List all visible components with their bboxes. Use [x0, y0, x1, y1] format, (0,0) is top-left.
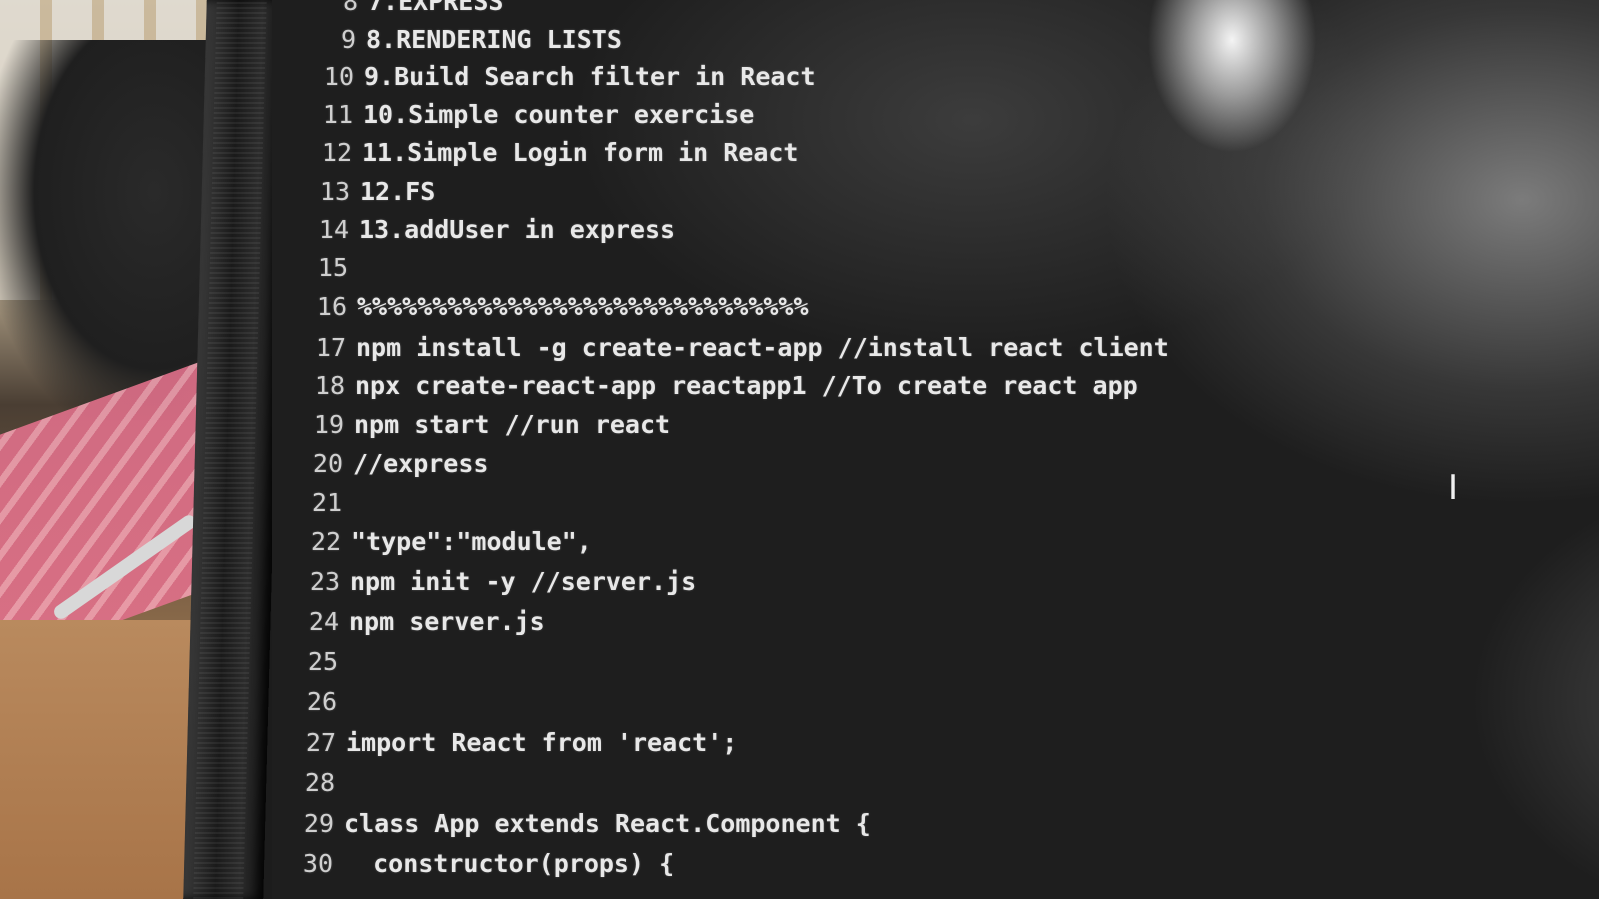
- line-text: npm install -g create-react-app //instal…: [356, 333, 1169, 362]
- line-number: 9: [340, 25, 356, 54]
- line-number: 23: [309, 567, 340, 596]
- code-line: 25: [294, 644, 348, 680]
- text-cursor-icon: I: [1448, 468, 1459, 508]
- line-text: npm server.js: [349, 607, 545, 636]
- line-text: npm start //run react: [354, 410, 671, 439]
- code-line: 18 npx create-react-app reactapp1 //To cr…: [301, 368, 1138, 404]
- code-line: 14 13.addUser in express: [305, 212, 675, 248]
- line-number: 29: [303, 809, 334, 838]
- monitor-screen: 8 7.EXPRESS 9 8.RENDERING LISTS 10 9.Build …: [272, 0, 1599, 899]
- code-line: 17 npm install -g create-react-app //inst…: [302, 330, 1169, 366]
- line-number: 13: [319, 177, 350, 206]
- line-number: 12: [321, 138, 352, 167]
- code-line: 30 constructor(props) {: [289, 846, 674, 882]
- line-text: npx create-react-app reactapp1 //To crea…: [355, 371, 1138, 400]
- line-number: 8: [342, 0, 358, 16]
- line-number: 17: [315, 333, 346, 362]
- line-text: 13.addUser in express: [359, 215, 676, 244]
- line-number: 11: [322, 100, 353, 129]
- code-line: 19 npm start //run react: [300, 407, 670, 443]
- line-text: class App extends React.Component {: [344, 809, 871, 838]
- line-text: 8.RENDERING LISTS: [366, 25, 622, 54]
- line-number: 20: [312, 449, 343, 478]
- line-number: 30: [302, 849, 333, 878]
- code-line: 21: [298, 485, 352, 521]
- code-line: 26: [293, 684, 347, 720]
- line-text: 7.EXPRESS: [368, 0, 504, 16]
- code-line: 11 10.Simple counter exercise: [309, 97, 754, 133]
- code-line: 22 "type":"module",: [297, 524, 592, 560]
- photo-scene: 8 7.EXPRESS 9 8.RENDERING LISTS 10 9.Build …: [0, 0, 1599, 899]
- line-number: 16: [316, 292, 347, 321]
- line-text: 9.Build Search filter in React: [364, 62, 816, 91]
- line-text: constructor(props) {: [343, 849, 675, 878]
- code-line: 27 import React from 'react';: [292, 725, 737, 761]
- code-line: 8 7.EXPRESS: [314, 0, 504, 20]
- line-number: 10: [323, 62, 354, 91]
- line-number: 25: [307, 647, 338, 676]
- line-number: 21: [311, 488, 342, 517]
- code-line: 23 npm init -y //server.js: [296, 564, 696, 600]
- line-text: 11.Simple Login form in React: [362, 138, 799, 167]
- code-line: 12 11.Simple Login form in React: [308, 135, 799, 171]
- line-text: %%%%%%%%%%%%%%%%%%%%%%%%%%%%%%: [357, 292, 809, 321]
- line-text: //express: [353, 449, 489, 478]
- code-line: 9 8.RENDERING LISTS: [312, 22, 622, 58]
- code-line: 24 npm server.js: [295, 604, 545, 640]
- line-text: "type":"module",: [351, 527, 592, 556]
- line-text: npm init -y //server.js: [350, 567, 697, 596]
- line-text: import React from 'react';: [346, 728, 738, 757]
- line-number: 15: [317, 253, 348, 282]
- code-line: 15: [304, 250, 358, 286]
- code-line: 28: [291, 765, 345, 801]
- line-number: 22: [310, 527, 341, 556]
- line-number: 27: [305, 728, 336, 757]
- code-line: 10 9.Build Search filter in React: [310, 59, 816, 95]
- background-person: [0, 40, 220, 420]
- code-line: 16%%%%%%%%%%%%%%%%%%%%%%%%%%%%%%: [303, 289, 809, 325]
- code-editor[interactable]: 8 7.EXPRESS 9 8.RENDERING LISTS 10 9.Build …: [272, 0, 1599, 899]
- code-line: 29 class App extends React.Component {: [290, 806, 871, 842]
- line-number: 28: [304, 768, 335, 797]
- line-text: 10.Simple counter exercise: [363, 100, 755, 129]
- code-line: 13 12.FS: [306, 174, 435, 210]
- code-line: 20 //express: [299, 446, 489, 482]
- line-number: 26: [306, 687, 337, 716]
- line-number: 19: [313, 410, 344, 439]
- line-number: 18: [314, 371, 345, 400]
- line-text: 12.FS: [360, 177, 436, 206]
- line-number: 14: [318, 215, 349, 244]
- line-number: 24: [308, 607, 339, 636]
